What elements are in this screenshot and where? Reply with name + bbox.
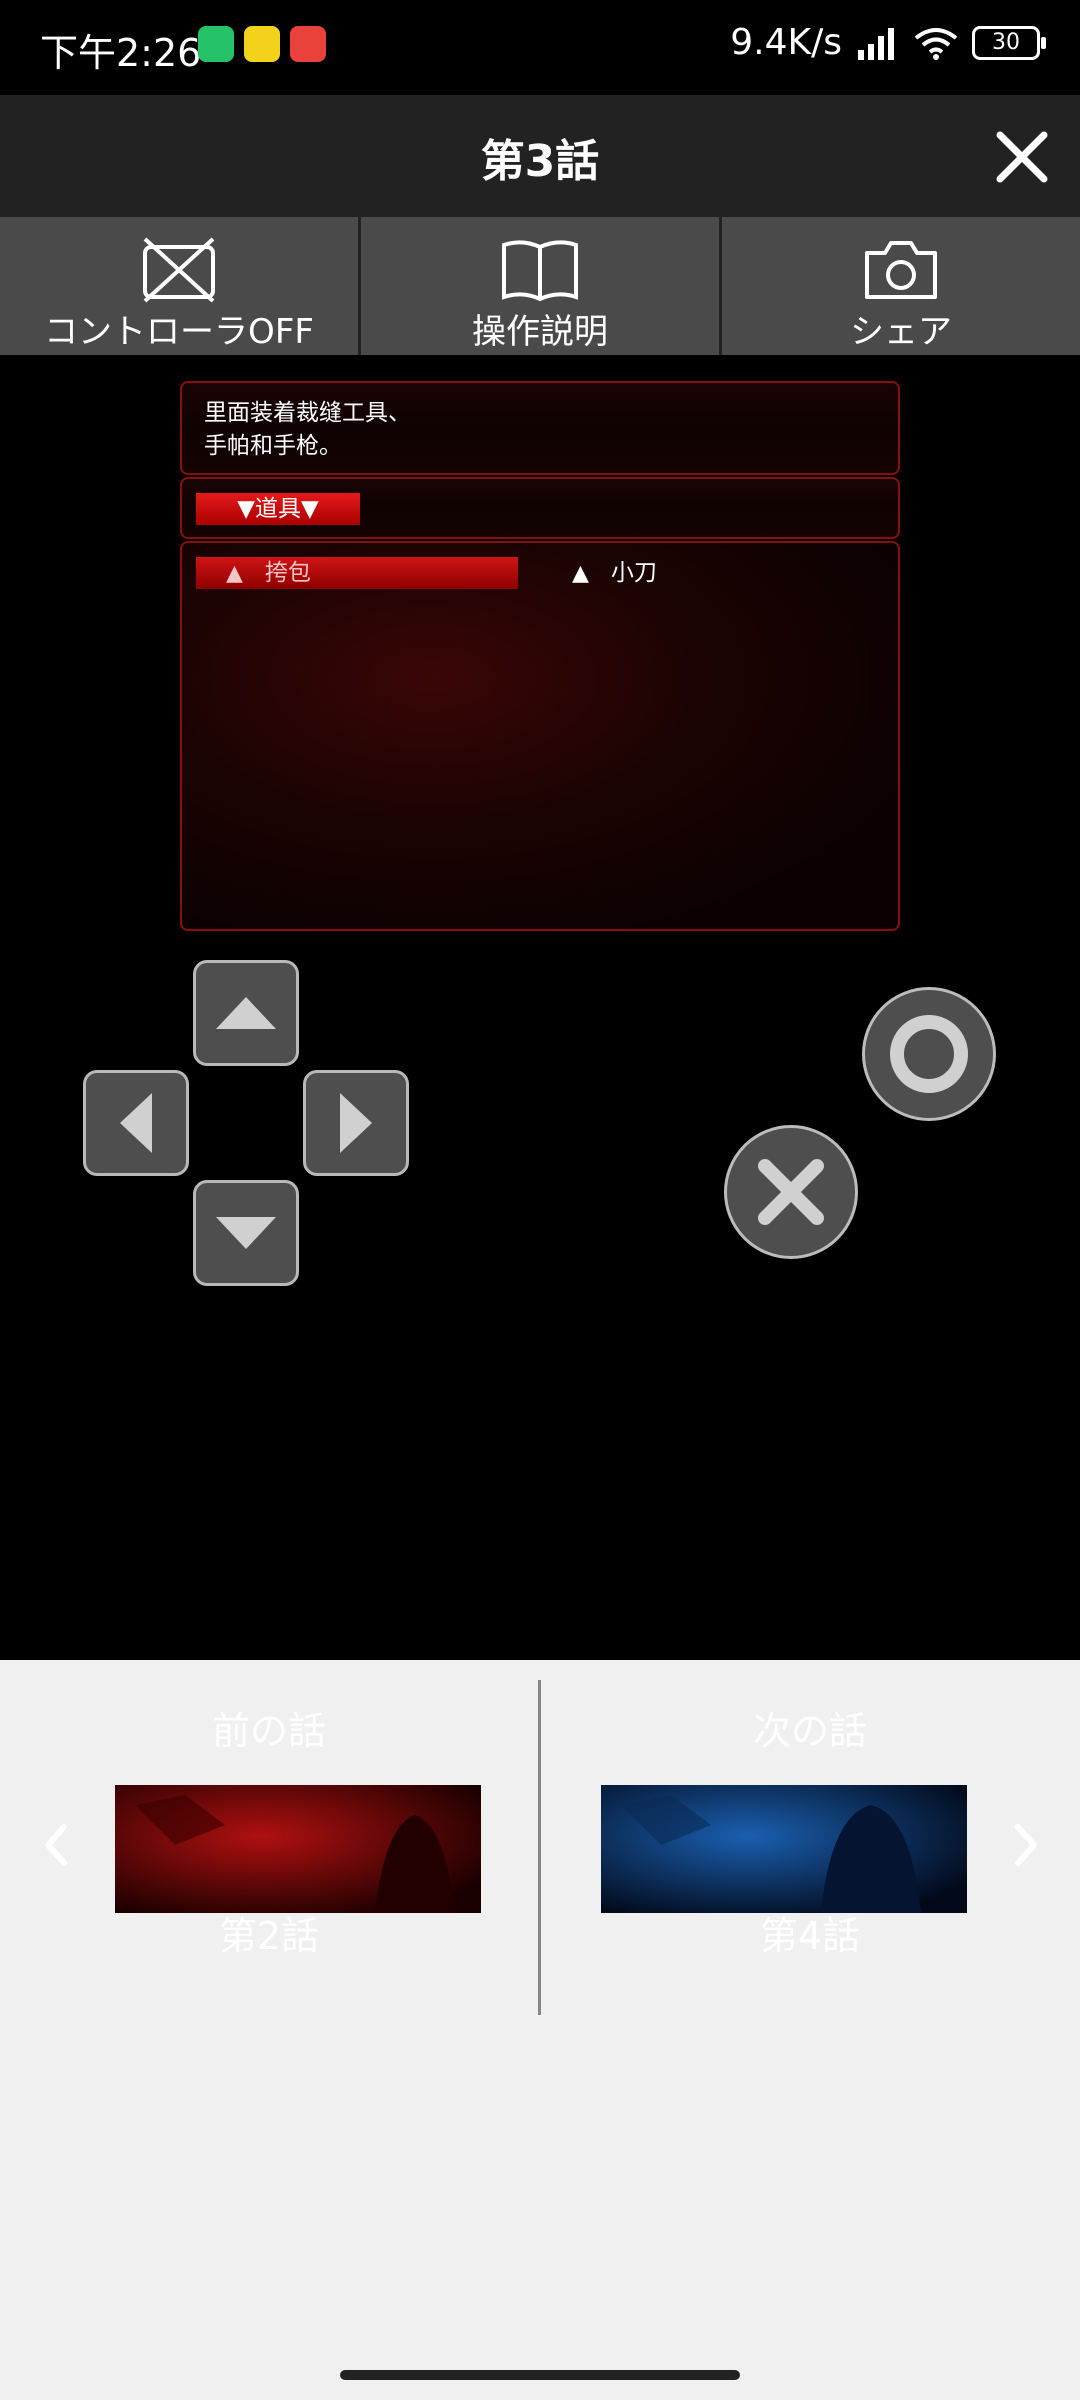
chevron-left-icon[interactable] xyxy=(36,1815,76,1875)
close-icon xyxy=(996,131,1048,183)
dpad-up-button[interactable] xyxy=(193,960,299,1066)
wifi-icon xyxy=(914,27,958,60)
inventory-panel: ▲ 挎包 ▲ 小刀 xyxy=(180,541,900,931)
title-bar: 第3話 xyxy=(0,95,1080,217)
game-screen: 里面装着裁缝工具、 手帕和手枪。 ▼道具▼ ▲ 挎包 ▲ 小刀 前の話 第2話 … xyxy=(0,355,1080,2015)
inventory-item-selected[interactable]: ▲ 挎包 xyxy=(196,557,518,589)
toolbar: コントローラOFF 操作説明 シェア xyxy=(0,217,1080,355)
share-button[interactable]: シェア xyxy=(722,217,1080,355)
page-title: 第3話 xyxy=(480,136,600,187)
arrow-down-icon xyxy=(216,1217,276,1249)
controller-off-label: コントローラOFF xyxy=(44,312,314,352)
instructions-label: 操作説明 xyxy=(472,312,608,352)
thumbnail-image xyxy=(115,1785,481,1913)
prev-episode-link[interactable]: 前の話 第2話 xyxy=(0,1680,538,2015)
description-line-1: 里面装着裁缝工具、 xyxy=(204,400,411,426)
book-icon xyxy=(502,240,578,302)
inventory-item-label: 挎包 xyxy=(264,560,311,586)
status-right: 9.4K/s 30 xyxy=(730,22,1046,63)
arrow-left-icon xyxy=(120,1093,152,1153)
cancel-button[interactable] xyxy=(724,1125,858,1259)
share-label: シェア xyxy=(850,312,952,352)
controller-off-button[interactable]: コントローラOFF xyxy=(0,217,361,355)
category-panel: ▼道具▼ xyxy=(180,477,900,539)
category-tab[interactable]: ▼道具▼ xyxy=(196,493,360,525)
status-time: 下午2:26 xyxy=(40,31,202,75)
controller-off-icon xyxy=(143,237,215,303)
triangle-icon: ▲ xyxy=(572,561,589,586)
inventory-item[interactable]: ▲ 小刀 xyxy=(572,557,657,589)
dpad-down-button[interactable] xyxy=(193,1180,299,1286)
dpad-right-button[interactable] xyxy=(303,1070,409,1176)
inventory-item-label: 小刀 xyxy=(610,560,657,586)
battery-indicator: 30 xyxy=(972,25,1046,60)
description-line-2: 手帕和手枪。 xyxy=(204,433,342,459)
home-indicator[interactable] xyxy=(340,2370,740,2380)
prev-episode-heading: 前の話 xyxy=(211,1709,326,1753)
status-app-icons xyxy=(198,26,326,62)
status-bar: 下午2:26 9.4K/s 30 xyxy=(0,0,1080,95)
thumbnail-image xyxy=(601,1785,967,1913)
close-button[interactable] xyxy=(986,121,1058,193)
next-episode-heading: 次の話 xyxy=(752,1709,867,1753)
instructions-button[interactable]: 操作説明 xyxy=(361,217,722,355)
shield-app-icon xyxy=(198,26,234,62)
chevron-right-icon[interactable] xyxy=(1006,1815,1046,1875)
net-speed: 9.4K/s xyxy=(730,22,842,63)
confirm-button[interactable] xyxy=(862,987,996,1121)
prev-episode-thumbnail[interactable] xyxy=(115,1785,481,1913)
signal-icon xyxy=(858,27,894,60)
next-episode-title: 第4話 xyxy=(759,1914,861,1958)
next-episode-link[interactable]: 次の話 第4話 xyxy=(541,1680,1079,2015)
next-episode-thumbnail[interactable] xyxy=(601,1785,967,1913)
arrow-up-icon xyxy=(216,997,276,1029)
camera-icon xyxy=(865,241,937,299)
item-description-panel: 里面装着裁缝工具、 手帕和手枪。 xyxy=(180,381,900,475)
dpad-left-button[interactable] xyxy=(83,1070,189,1176)
cross-icon xyxy=(758,1159,824,1225)
notes-app-icon xyxy=(244,26,280,62)
circle-icon xyxy=(890,1015,968,1093)
mascot-app-icon xyxy=(290,26,326,62)
triangle-icon: ▲ xyxy=(226,561,243,586)
prev-episode-title: 第2話 xyxy=(218,1914,320,1958)
arrow-right-icon xyxy=(340,1093,372,1153)
